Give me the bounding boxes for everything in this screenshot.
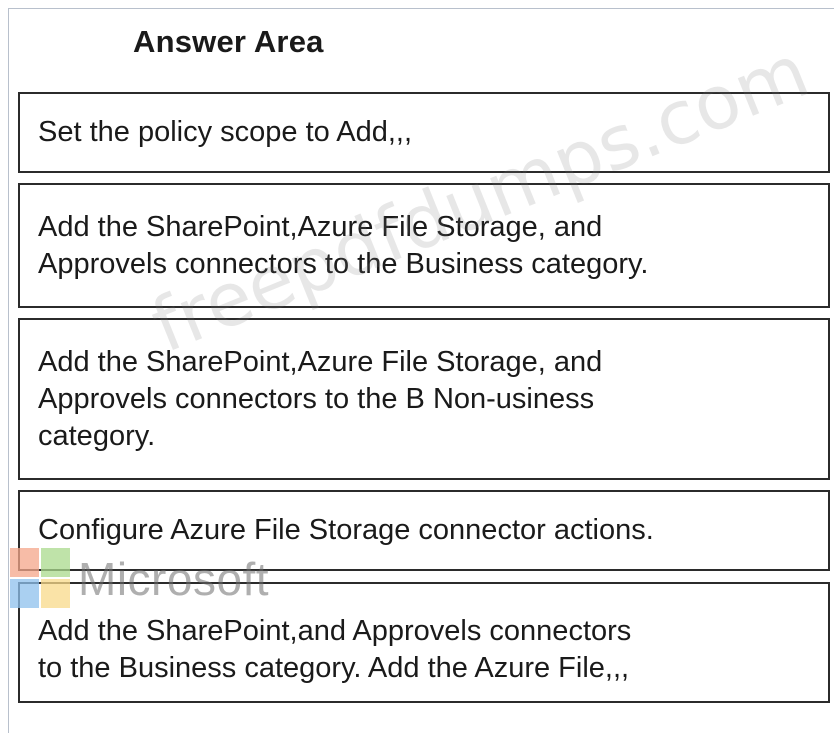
answer-option-text: Configure Azure File Storage connector a… — [38, 512, 654, 549]
answer-option-3[interactable]: Add the SharePoint,Azure File Storage, a… — [18, 318, 830, 480]
option-line: Set the policy scope to Add,,, — [38, 116, 413, 148]
option-line: Add the SharePoint,Azure File Storage, a… — [38, 345, 603, 378]
option-line: category. — [38, 419, 156, 452]
option-line: Configure Azure File Storage connector a… — [38, 514, 654, 546]
option-line: Add the SharePoint,and Approvels connect… — [38, 614, 632, 647]
option-line: Approvels connectors to the B Non-usines… — [38, 382, 595, 415]
answer-option-5[interactable]: Add the SharePoint,and Approvels connect… — [18, 582, 830, 703]
answer-option-text: Add the SharePoint,and Approvels connect… — [38, 613, 631, 687]
answer-option-1[interactable]: Set the policy scope to Add,,, — [18, 92, 830, 173]
option-line: to the Business category. Add the Azure … — [38, 651, 630, 684]
option-line: Approvels connectors to the Business cat… — [38, 247, 649, 280]
answer-option-4[interactable]: Configure Azure File Storage connector a… — [18, 490, 830, 571]
answer-option-text: Add the SharePoint,Azure File Storage, a… — [38, 209, 648, 283]
answer-option-2[interactable]: Add the SharePoint,Azure File Storage, a… — [18, 183, 830, 308]
answer-option-text: Add the SharePoint,Azure File Storage, a… — [38, 344, 602, 455]
option-line: Add the SharePoint,Azure File Storage, a… — [38, 210, 603, 243]
answer-area-title: Answer Area — [133, 24, 324, 59]
answer-option-text: Set the policy scope to Add,,, — [38, 114, 412, 151]
